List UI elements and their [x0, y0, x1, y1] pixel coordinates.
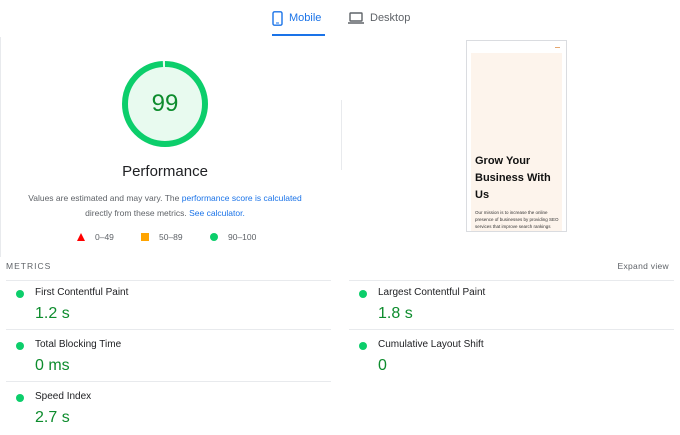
tab-mobile[interactable]: Mobile — [272, 0, 325, 36]
metrics-divider — [6, 381, 331, 382]
section-divider — [341, 100, 342, 170]
legend-fail-label: 0–49 — [95, 232, 114, 242]
metric-name: First Contentful Paint — [35, 287, 129, 298]
pass-dot-icon — [16, 394, 24, 402]
active-tab-indicator — [272, 34, 325, 36]
laptop-icon — [348, 12, 364, 24]
see-calculator-link[interactable]: See calculator. — [189, 208, 245, 218]
metrics-divider — [349, 329, 674, 330]
page-screenshot-thumbnail: Grow Your Business With Us Our mission i… — [466, 40, 567, 232]
circle-pass-icon — [210, 233, 218, 241]
pass-dot-icon — [359, 290, 367, 298]
performance-score: 99 — [151, 90, 179, 117]
metrics-divider — [6, 329, 331, 330]
square-average-icon — [141, 233, 149, 241]
legend-pass-label: 90–100 — [228, 232, 257, 242]
tab-desktop-label: Desktop — [370, 12, 411, 24]
expand-view-toggle[interactable]: Expand view — [618, 261, 670, 271]
performance-title: Performance — [122, 163, 208, 180]
pass-dot-icon — [16, 290, 24, 298]
legend-pass: 90–100 — [210, 232, 256, 242]
tab-desktop[interactable]: Desktop — [348, 0, 418, 36]
metric-name: Total Blocking Time — [35, 339, 122, 350]
metric-value: 2.7 s — [35, 409, 70, 426]
legend-average: 50–89 — [141, 232, 183, 242]
thumbnail-body-text: Our mission is to increase the online pr… — [475, 210, 559, 229]
metric-value: 1.2 s — [35, 305, 70, 322]
metrics-divider — [349, 280, 674, 281]
metric-value: 1.8 s — [378, 305, 413, 322]
pass-dot-icon — [16, 342, 24, 350]
performance-score-link[interactable]: performance score is calculated — [182, 193, 302, 203]
pass-dot-icon — [359, 342, 367, 350]
metrics-divider — [6, 280, 331, 281]
description-text-2: directly from these metrics. — [85, 208, 190, 218]
legend-average-label: 50–89 — [159, 232, 183, 242]
tab-mobile-label: Mobile — [289, 12, 322, 24]
thumbnail-hero — [471, 53, 562, 231]
triangle-fail-icon — [77, 233, 85, 241]
thumbnail-headline: Grow Your Business With Us — [475, 155, 551, 201]
metric-name: Speed Index — [35, 391, 92, 402]
metric-value: 0 ms — [35, 357, 70, 374]
legend-fail: 0–49 — [77, 232, 114, 242]
metric-name: Cumulative Layout Shift — [378, 339, 484, 350]
metric-value: 0 — [378, 357, 387, 374]
metric-name: Largest Contentful Paint — [378, 287, 486, 298]
description-text: Values are estimated and may vary. The — [28, 193, 182, 203]
mobile-phone-icon — [272, 10, 283, 26]
metrics-heading: METRICS — [6, 261, 52, 271]
panel-border — [0, 37, 1, 257]
performance-description: Values are estimated and may vary. The p… — [18, 191, 312, 221]
